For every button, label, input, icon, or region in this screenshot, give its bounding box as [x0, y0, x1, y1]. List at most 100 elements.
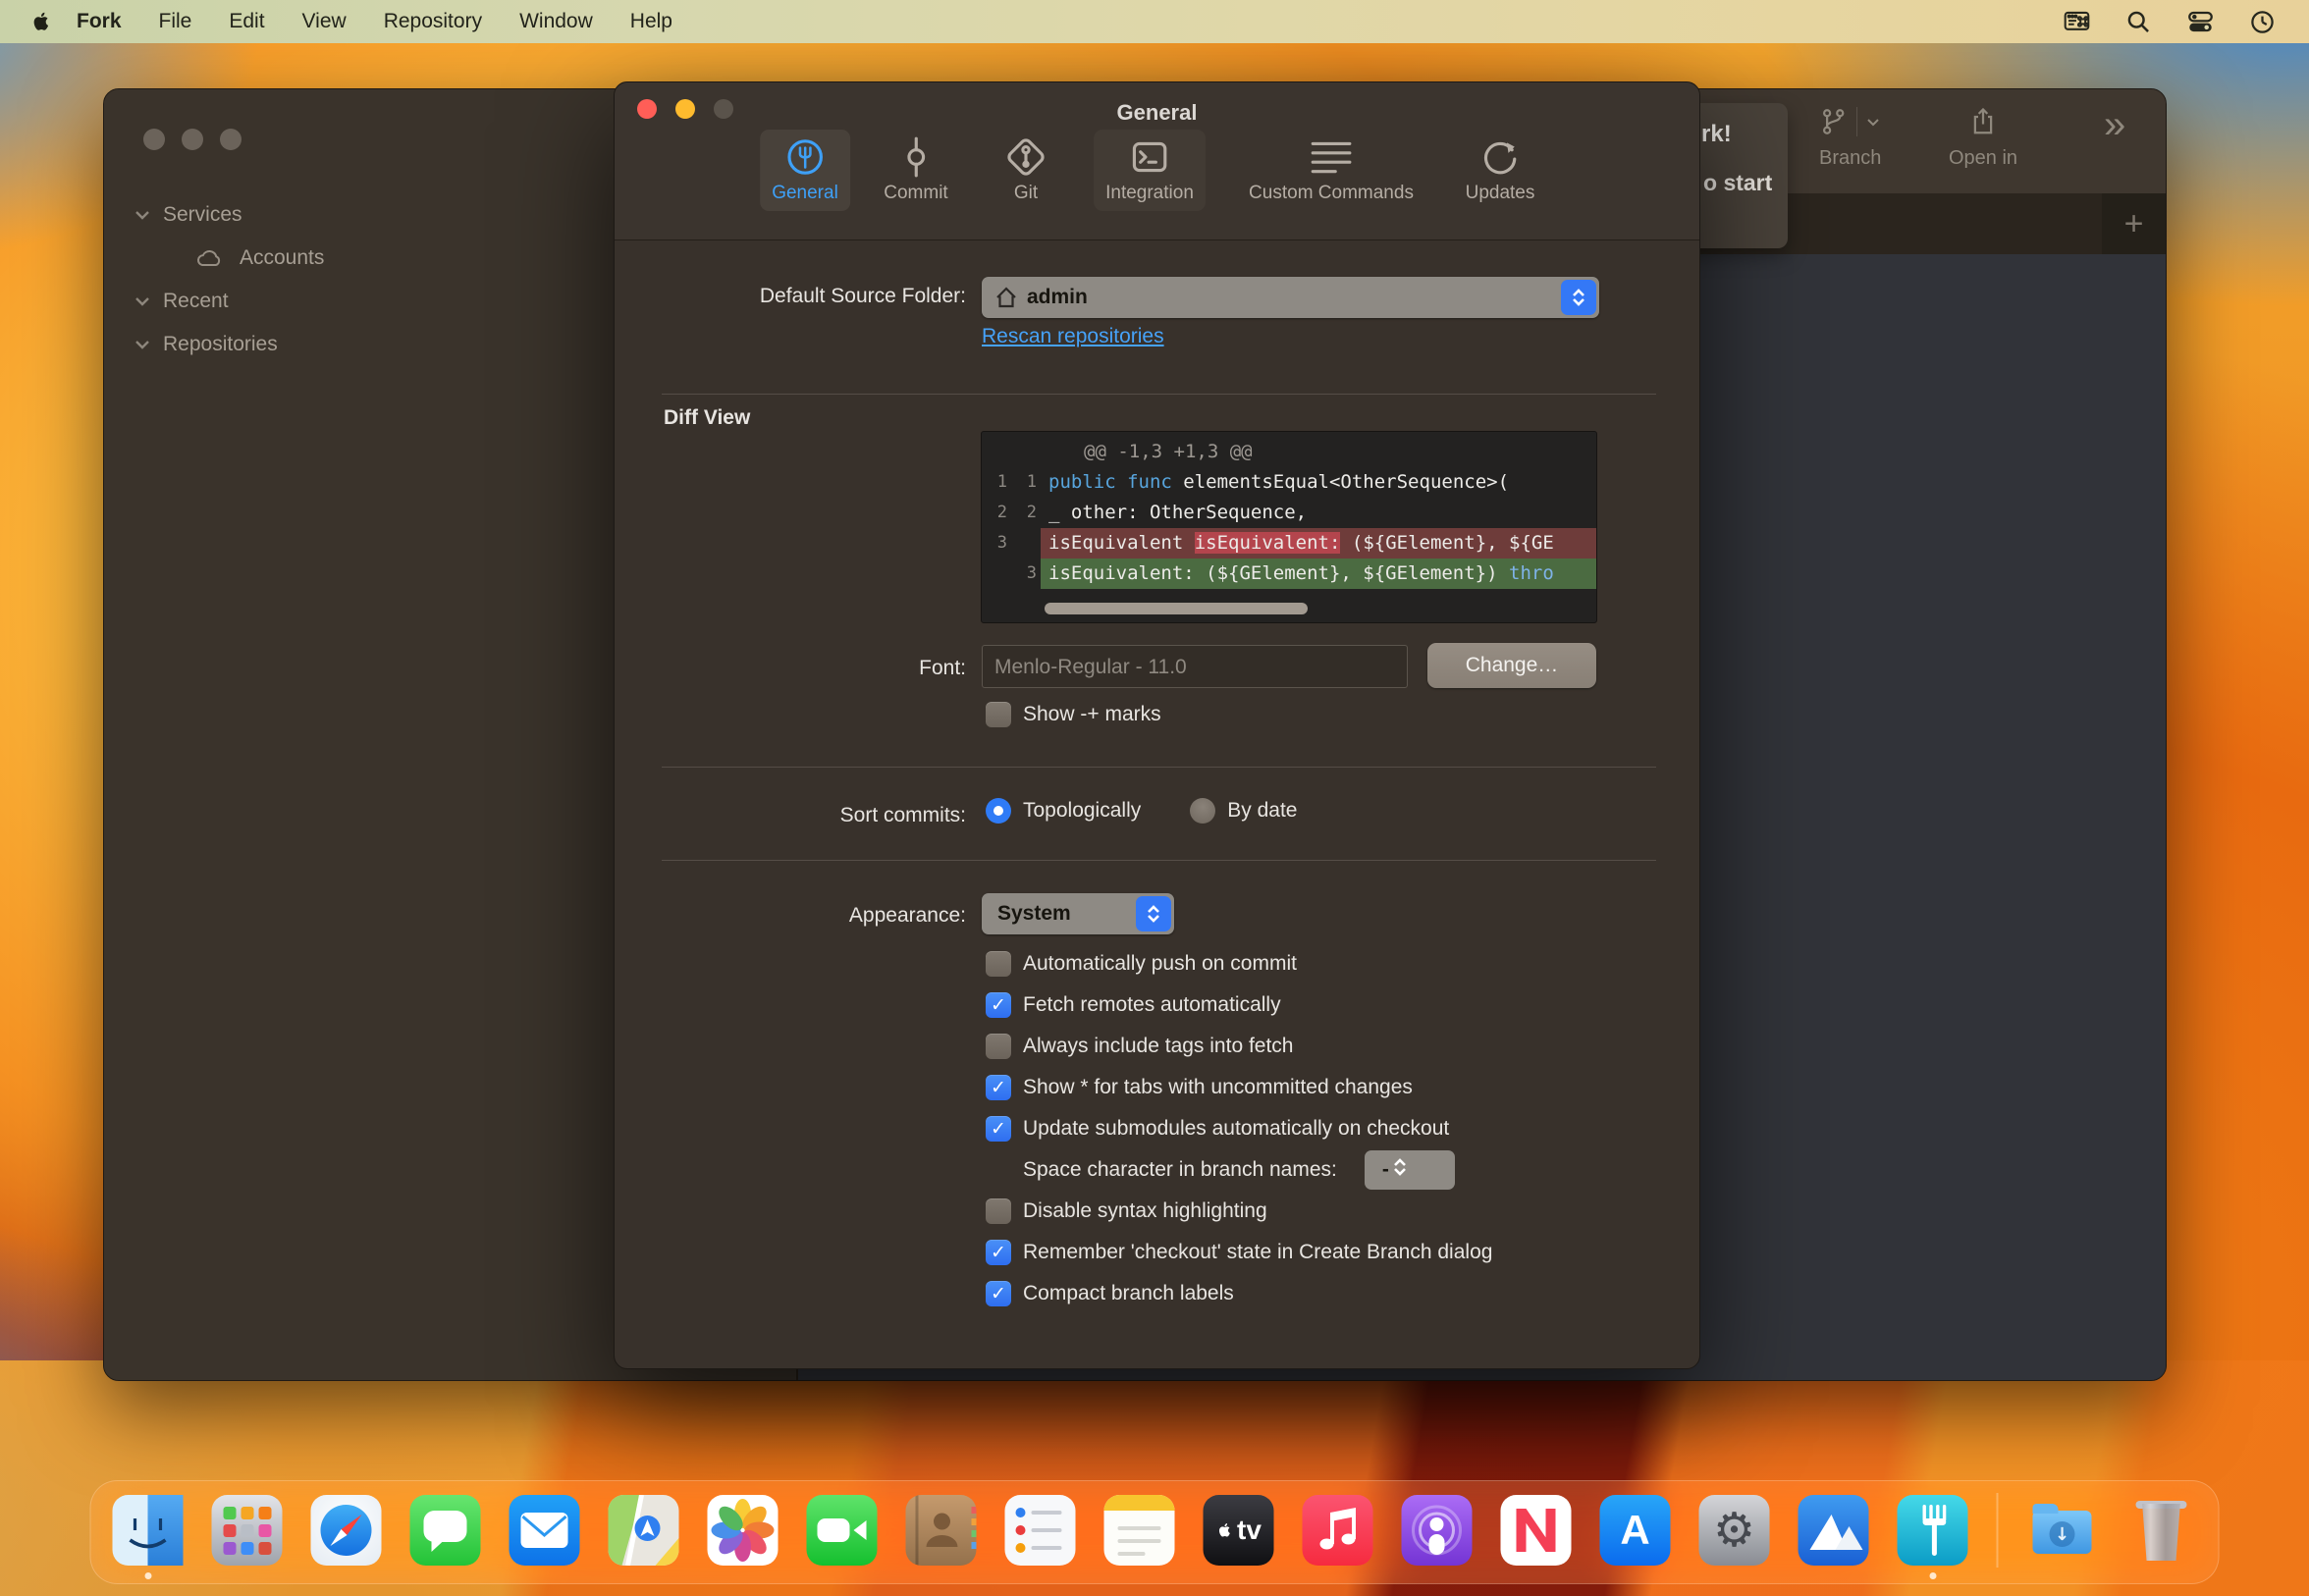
appearance-popup[interactable]: System [982, 893, 1174, 934]
tab-general[interactable]: General [760, 130, 850, 211]
branch-button[interactable]: Branch [1819, 105, 1881, 170]
dock-trash[interactable] [2126, 1495, 2197, 1566]
chevron-down-icon[interactable] [132, 334, 153, 355]
tab-git[interactable]: Git [992, 130, 1060, 211]
dock: tv A ⚙ ↓ [90, 1480, 2220, 1584]
chevron-down-icon[interactable] [132, 291, 153, 312]
dock-fork[interactable] [1898, 1495, 1968, 1566]
control-center-icon[interactable] [2187, 9, 2214, 35]
show-star-tabs-checkbox[interactable]: ✓ [986, 1075, 1011, 1100]
dock-finder[interactable] [113, 1495, 184, 1566]
window-zoom-button[interactable] [220, 129, 242, 150]
toolbar-overflow-button[interactable]: » [2104, 105, 2125, 144]
diff-preview: @@ -1,3 +1,3 @@ 11 public func elementsE… [981, 431, 1597, 623]
menu-edit[interactable]: Edit [229, 10, 264, 33]
welcome-text-1: rk! [1701, 121, 1732, 148]
diff-line: 22 _ other: OtherSequence, [982, 498, 1596, 528]
appearance-label: Appearance: [615, 904, 966, 928]
diff-horizontal-scrollbar[interactable] [1045, 603, 1308, 614]
dock-photos[interactable] [708, 1495, 779, 1566]
dock-apple-tv[interactable]: tv [1204, 1495, 1274, 1566]
dock-notes[interactable] [1104, 1495, 1175, 1566]
compact-branch-labels-checkbox[interactable]: ✓ [986, 1281, 1011, 1306]
new-tab-button[interactable]: + [2102, 193, 2166, 254]
share-icon [1968, 107, 1998, 136]
search-icon[interactable] [2125, 9, 2152, 35]
show-marks-checkbox[interactable]: ✓ [986, 702, 1011, 727]
dock-downloads-folder[interactable]: ↓ [2027, 1495, 2098, 1566]
apple-icon [29, 10, 53, 33]
sidebar-item-label: Repositories [163, 333, 278, 356]
clock-icon[interactable] [2249, 9, 2276, 35]
dock-mail[interactable] [510, 1495, 580, 1566]
open-in-button[interactable]: Open in [1949, 105, 2017, 170]
git-icon [1003, 134, 1048, 180]
dock-music[interactable] [1303, 1495, 1373, 1566]
chevron-down-icon[interactable] [132, 204, 153, 226]
dock-app-store[interactable]: A [1600, 1495, 1671, 1566]
dock-podcasts[interactable] [1402, 1495, 1473, 1566]
diff-view-label: Diff View [664, 406, 750, 430]
apple-menu[interactable] [29, 8, 53, 35]
tab-custom-commands[interactable]: Custom Commands [1237, 130, 1425, 211]
source-folder-popup[interactable]: admin [982, 277, 1599, 318]
dock-mountains-app[interactable] [1799, 1495, 1869, 1566]
dock-maps[interactable] [609, 1495, 679, 1566]
option-row-space-character: Space character in branch names: - [986, 1149, 1492, 1191]
commit-icon [893, 134, 939, 180]
terminal-icon [1127, 134, 1172, 180]
menu-view[interactable]: View [302, 10, 347, 33]
menubar: Fork File Edit View Repository Window He… [0, 0, 2309, 43]
option-row: ✓ Update submodules automatically on che… [986, 1108, 1492, 1149]
tab-integration[interactable]: Integration [1094, 130, 1206, 211]
rescan-repositories-link[interactable]: Rescan repositories [982, 325, 1164, 348]
dock-contacts[interactable] [906, 1495, 977, 1566]
source-folder-label: Default Source Folder: [615, 285, 966, 308]
menu-help[interactable]: Help [630, 10, 672, 33]
dock-reminders[interactable] [1005, 1495, 1076, 1566]
auto-push-checkbox[interactable]: ✓ [986, 951, 1011, 977]
dock-launchpad[interactable] [212, 1495, 283, 1566]
menubar-app-name[interactable]: Fork [77, 10, 122, 33]
option-row: ✓ Compact branch labels [986, 1273, 1492, 1314]
option-row: ✓ Automatically push on commit [986, 943, 1492, 984]
include-tags-checkbox[interactable]: ✓ [986, 1034, 1011, 1059]
appearance-value: System [997, 902, 1071, 926]
window-minimize-button[interactable] [182, 129, 203, 150]
tab-updates[interactable]: Updates [1454, 130, 1547, 211]
dock-messages[interactable] [410, 1495, 481, 1566]
font-label: Font: [615, 657, 966, 680]
sidebar-item-label: Services [163, 203, 242, 227]
dialog-title: General [615, 100, 1699, 126]
diff-line-added: 3 isEquivalent: (${GElement}, ${GElement… [982, 559, 1596, 589]
space-character-popup[interactable]: - [1365, 1150, 1455, 1190]
dock-safari[interactable] [311, 1495, 382, 1566]
branch-icon [1819, 107, 1849, 136]
radio-by-date[interactable] [1190, 798, 1215, 824]
fetch-remotes-checkbox[interactable]: ✓ [986, 992, 1011, 1018]
source-folder-value: admin [1027, 286, 1088, 309]
menu-window[interactable]: Window [519, 10, 593, 33]
radio-topologically[interactable] [986, 798, 1011, 824]
disable-syntax-checkbox[interactable]: ✓ [986, 1198, 1011, 1224]
list-icon [1309, 134, 1354, 180]
menu-file[interactable]: File [159, 10, 192, 33]
option-row: ✓ Always include tags into fetch [986, 1026, 1492, 1067]
radio-by-date-label: By date [1227, 799, 1297, 823]
option-row: ✓ Fetch remotes automatically [986, 984, 1492, 1026]
tab-commit[interactable]: Commit [872, 130, 959, 211]
menu-repository[interactable]: Repository [384, 10, 482, 33]
dock-system-settings[interactable]: ⚙ [1699, 1495, 1770, 1566]
dock-separator [1997, 1493, 1999, 1568]
dock-news[interactable] [1501, 1495, 1572, 1566]
download-arrow-icon: ↓ [2055, 1524, 2069, 1545]
update-submodules-checkbox[interactable]: ✓ [986, 1116, 1011, 1142]
dock-facetime[interactable] [807, 1495, 878, 1566]
chevron-down-icon [1865, 114, 1881, 130]
change-font-button[interactable]: Change… [1427, 643, 1596, 688]
window-close-button[interactable] [143, 129, 165, 150]
preferences-dialog: General General Commit Git Integration C… [614, 81, 1700, 1369]
remember-checkout-checkbox[interactable]: ✓ [986, 1240, 1011, 1265]
keyboard-icon[interactable] [2064, 9, 2090, 35]
radio-topologically-label: Topologically [1023, 799, 1141, 823]
